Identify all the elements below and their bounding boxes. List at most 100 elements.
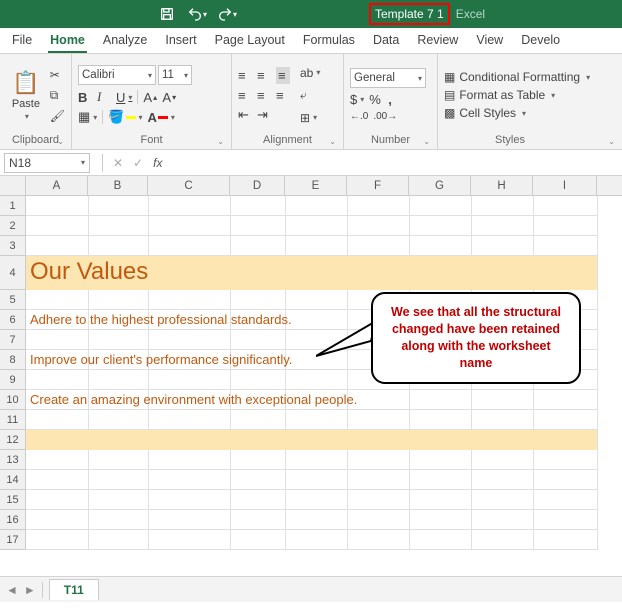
col-header-i[interactable]: I: [533, 176, 597, 195]
font-color-button[interactable]: A▾: [148, 110, 175, 125]
row-header[interactable]: 4: [0, 256, 26, 290]
col-header-f[interactable]: F: [347, 176, 409, 195]
row-header[interactable]: 2: [0, 216, 26, 236]
ribbon-tabs: File Home Analyze Insert Page Layout For…: [0, 28, 622, 54]
format-as-table-button[interactable]: ▤ Format as Table▾: [444, 88, 590, 102]
row-header[interactable]: 15: [0, 490, 26, 510]
redo-icon[interactable]: ▾: [216, 3, 238, 25]
tab-page-layout[interactable]: Page Layout: [213, 29, 287, 53]
tab-data[interactable]: Data: [371, 29, 401, 53]
align-left-button[interactable]: ≡: [238, 88, 252, 103]
decrease-font-button[interactable]: A▾: [162, 90, 176, 105]
row-header[interactable]: 6: [0, 310, 26, 330]
col-header-h[interactable]: H: [471, 176, 533, 195]
col-header-c[interactable]: C: [148, 176, 230, 195]
row-header[interactable]: 9: [0, 370, 26, 390]
increase-indent-button[interactable]: ⇥: [257, 107, 271, 123]
orientation-button[interactable]: ab▾: [300, 66, 320, 80]
tab-formulas[interactable]: Formulas: [301, 29, 357, 53]
row-header[interactable]: 14: [0, 470, 26, 490]
undo-icon[interactable]: ▾: [186, 3, 208, 25]
increase-font-button[interactable]: A▴: [143, 90, 157, 105]
tab-insert[interactable]: Insert: [163, 29, 198, 53]
cancel-formula-icon[interactable]: ✕: [113, 156, 123, 170]
paste-button[interactable]: 📋 Paste ▾: [6, 61, 46, 129]
tab-review[interactable]: Review: [415, 29, 460, 53]
select-all-corner[interactable]: [0, 176, 26, 195]
group-label-alignment: Alignment: [238, 132, 337, 149]
row-header[interactable]: 5: [0, 290, 26, 310]
decrease-indent-button[interactable]: ⇤: [238, 107, 252, 123]
row-header[interactable]: 10: [0, 390, 26, 410]
document-title: Template 7 1: [375, 7, 444, 21]
group-font: Calibri▾ 11▾ B I U▾ A▴ A▾ ▦▾ 🪣▾ A▾ Font: [72, 54, 232, 149]
group-label-number: Number: [350, 132, 431, 149]
col-header-b[interactable]: B: [88, 176, 148, 195]
column-headers: A B C D E F G H I: [0, 176, 622, 196]
align-right-button[interactable]: ≡: [276, 88, 290, 103]
tab-developer[interactable]: Develo: [519, 29, 562, 53]
worksheet-grid[interactable]: A B C D E F G H I 1 2 3 4 5 6 7 8 9 10 1…: [0, 176, 622, 576]
percent-button[interactable]: %: [369, 92, 383, 107]
group-label-font: Font: [78, 132, 225, 149]
row-header[interactable]: 12: [0, 430, 26, 450]
format-painter-icon[interactable]: 🖌: [50, 109, 65, 123]
tab-home[interactable]: Home: [48, 29, 87, 53]
italic-button[interactable]: I: [97, 89, 111, 105]
fill-color-button[interactable]: 🪣▾: [108, 109, 142, 125]
row-header[interactable]: 1: [0, 196, 26, 216]
sheet-nav-prev-icon[interactable]: ◄: [6, 583, 18, 597]
name-box[interactable]: N18▾: [4, 153, 90, 173]
row-header[interactable]: 11: [0, 410, 26, 430]
formula-input[interactable]: [170, 153, 622, 173]
row-header[interactable]: 16: [0, 510, 26, 530]
row-header[interactable]: 7: [0, 330, 26, 350]
footer-band: [26, 430, 597, 450]
number-format-combo[interactable]: General▾: [350, 68, 426, 88]
col-header-d[interactable]: D: [230, 176, 285, 195]
decrease-decimal-button[interactable]: .00→: [373, 111, 397, 122]
document-title-highlight: Template 7 1: [369, 3, 450, 25]
tab-file[interactable]: File: [10, 29, 34, 53]
align-bottom-button[interactable]: ≡: [276, 67, 290, 84]
wrap-text-button[interactable]: ⤶: [300, 88, 320, 103]
copy-icon[interactable]: ⧉: [50, 88, 65, 103]
comma-button[interactable]: ,: [388, 92, 402, 107]
currency-button[interactable]: $▾: [350, 92, 364, 107]
app-name: Excel: [456, 7, 485, 21]
group-styles: ▦ Conditional Formatting▾ ▤ Format as Ta…: [438, 54, 622, 149]
align-middle-button[interactable]: ≡: [257, 68, 271, 83]
underline-button[interactable]: U▾: [116, 90, 132, 105]
tab-view[interactable]: View: [474, 29, 505, 53]
cell-styles-button[interactable]: ▩ Cell Styles▾: [444, 106, 590, 120]
col-header-g[interactable]: G: [409, 176, 471, 195]
conditional-formatting-button[interactable]: ▦ Conditional Formatting▾: [444, 70, 590, 84]
row-header[interactable]: 13: [0, 450, 26, 470]
sheet-tab-active[interactable]: T11: [49, 579, 99, 600]
enter-formula-icon[interactable]: ✓: [133, 156, 143, 170]
row-header[interactable]: 8: [0, 350, 26, 370]
save-icon[interactable]: [156, 3, 178, 25]
increase-decimal-button[interactable]: ←.0: [350, 111, 368, 122]
col-header-e[interactable]: E: [285, 176, 347, 195]
tab-analyze[interactable]: Analyze: [101, 29, 149, 53]
font-name-combo[interactable]: Calibri▾: [78, 65, 156, 85]
bold-button[interactable]: B: [78, 90, 92, 105]
conditional-formatting-icon: ▦: [444, 70, 455, 84]
sheet-nav-next-icon[interactable]: ►: [24, 583, 36, 597]
align-top-button[interactable]: ≡: [238, 68, 252, 83]
title-text: Our Values: [30, 258, 148, 286]
row-header[interactable]: 17: [0, 530, 26, 550]
value-line-3: Create an amazing environment with excep…: [30, 392, 357, 407]
merge-button[interactable]: ⊞▾: [300, 111, 320, 125]
clipboard-icon: 📋: [12, 70, 39, 96]
title-bar: ▾ ▾ Template 7 1 Excel: [0, 0, 622, 28]
row-header[interactable]: 3: [0, 236, 26, 256]
ribbon: 📋 Paste ▾ ✂ ⧉ 🖌 Clipboard Calibri▾ 11▾ B…: [0, 54, 622, 150]
align-center-button[interactable]: ≡: [257, 88, 271, 103]
fx-icon[interactable]: fx: [153, 156, 162, 170]
cut-icon[interactable]: ✂: [50, 68, 65, 82]
borders-button[interactable]: ▦▾: [78, 109, 97, 125]
col-header-a[interactable]: A: [26, 176, 88, 195]
font-size-combo[interactable]: 11▾: [158, 65, 192, 85]
